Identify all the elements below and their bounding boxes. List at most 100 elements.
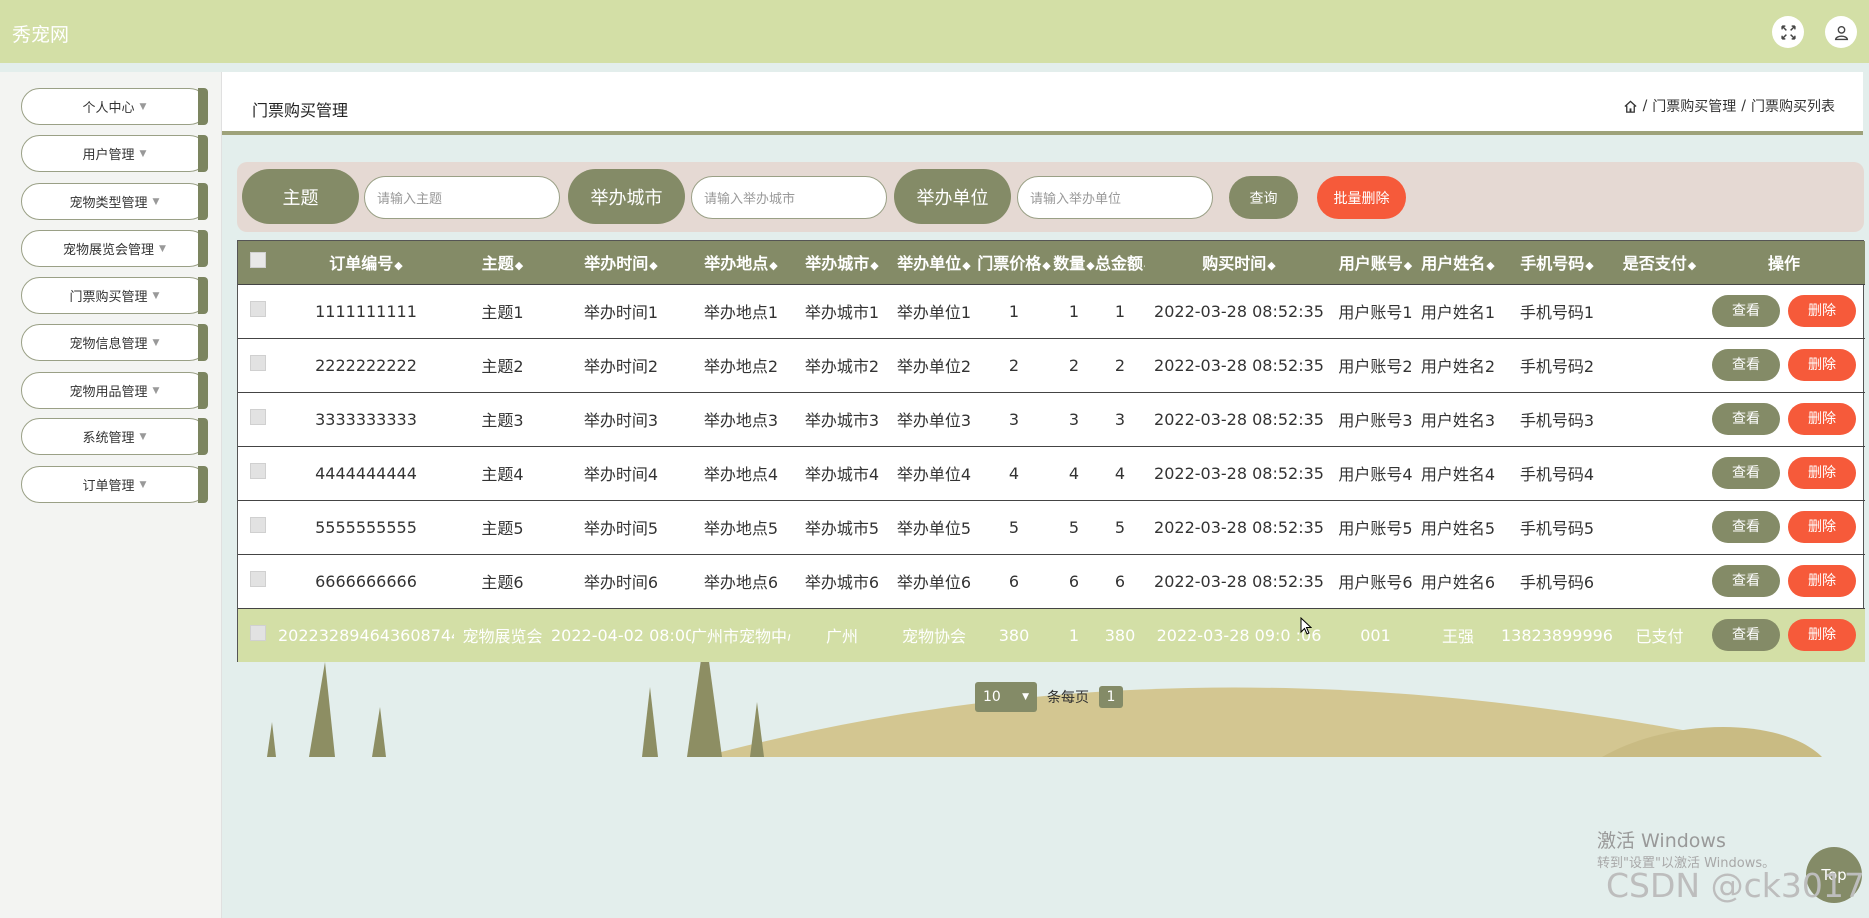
row-checkbox[interactable]	[238, 284, 278, 338]
column-header[interactable]: 门票价格◆	[975, 241, 1053, 284]
sidebar-item-pet-expos[interactable]: 宠物展览会管理 ▼	[21, 230, 208, 267]
view-button[interactable]: 查看	[1712, 511, 1780, 543]
column-header[interactable]: 举办地点◆	[691, 241, 791, 284]
fullscreen-icon[interactable]	[1772, 16, 1804, 48]
user-icon[interactable]	[1825, 16, 1857, 48]
sidebar: 个人中心 ▼ 用户管理 ▼ 宠物类型管理 ▼ 宠物展览会管理 ▼ 门票购买管理 ▼ 宠物信…	[0, 72, 222, 918]
sort-icon: ◆	[1585, 259, 1594, 273]
delete-button[interactable]: 删除	[1788, 511, 1856, 543]
view-button[interactable]: 查看	[1712, 565, 1780, 597]
column-header[interactable]: 举办时间◆	[551, 241, 691, 284]
home-icon[interactable]	[1623, 99, 1638, 114]
top-bar: 秀宠网	[0, 0, 1869, 63]
sidebar-item-marker	[198, 277, 208, 314]
table-cell: 已支付	[1635, 627, 1684, 647]
row-checkbox[interactable]	[238, 608, 278, 662]
main-content: 门票购买管理 / 门票购买管理 / 门票购买列表 主题 请输入主题 举办城市 请…	[222, 72, 1869, 918]
delete-button[interactable]: 删除	[1788, 349, 1856, 381]
sidebar-item-marker	[198, 135, 208, 172]
column-header[interactable]: 手机号码◆	[1498, 241, 1616, 284]
column-header[interactable]: 用户姓名◆	[1418, 241, 1498, 284]
topic-input[interactable]: 请输入主题	[364, 176, 560, 219]
chevron-down-icon: ▼	[139, 101, 147, 112]
sidebar-item-pet-info[interactable]: 宠物信息管理 ▼	[21, 324, 208, 361]
sidebar-item-marker	[198, 466, 208, 503]
column-header[interactable]: 举办城市◆	[791, 241, 893, 284]
table-cell: 4444444444	[315, 463, 417, 483]
column-header[interactable]: 购买时间◆	[1145, 241, 1333, 284]
sidebar-item-system[interactable]: 系统管理 ▼	[21, 418, 208, 455]
sidebar-item-personal-center[interactable]: 个人中心 ▼	[21, 88, 208, 125]
table-row: 5555555555 主题5 举办时间5 举办地点5 举办城市5 举办单位5 5 5 5 2022…	[238, 500, 1865, 554]
per-page-label: 条每页	[1047, 690, 1089, 706]
table-cell: 2	[1068, 355, 1080, 375]
table-cell: 6	[1114, 571, 1126, 591]
table-row: 6666666666 主题6 举办时间6 举办地点6 举办城市6 举办单位6 6 6 6 2022…	[238, 554, 1865, 608]
column-header[interactable]: 数量◆	[1053, 241, 1095, 284]
breadcrumb-item-ticket-mgmt[interactable]: 门票购买管理	[1652, 96, 1736, 116]
delete-button[interactable]: 删除	[1788, 295, 1856, 327]
table-row: 3333333333 主题3 举办时间3 举办地点3 举办城市3 举办单位3 3 3 3 2022…	[238, 392, 1865, 446]
table-cell	[1616, 338, 1703, 392]
sort-icon: ◆	[1086, 259, 1095, 273]
sort-icon: ◆	[1144, 259, 1145, 272]
table-cell: 手机号码3	[1519, 411, 1595, 430]
table-cell: 2022-03-28 08:52:35	[1154, 301, 1324, 321]
view-button[interactable]: 查看	[1712, 619, 1780, 652]
delete-button[interactable]: 删除	[1788, 457, 1856, 489]
view-button[interactable]: 查看	[1712, 403, 1780, 435]
row-checkbox[interactable]	[238, 500, 278, 554]
batch-delete-button[interactable]: 批量删除	[1317, 176, 1406, 219]
column-header[interactable]: 主题◆	[454, 241, 551, 284]
sidebar-item-orders[interactable]: 订单管理 ▼	[21, 466, 208, 503]
table-cell: 1	[1114, 301, 1126, 321]
row-checkbox[interactable]	[238, 446, 278, 500]
row-checkbox[interactable]	[238, 338, 278, 392]
table-cell: 用户账号5	[1338, 519, 1413, 538]
table-cell: 主题2	[481, 357, 524, 376]
sidebar-item-tickets[interactable]: 门票购买管理 ▼	[21, 277, 208, 314]
query-button[interactable]: 查询	[1229, 176, 1298, 219]
table-cell: 1111111111	[315, 301, 417, 321]
view-button[interactable]: 查看	[1712, 295, 1780, 327]
table-row: 4444444444 主题4 举办时间4 举办地点4 举办城市4 举办单位4 4 4 4 2022…	[238, 446, 1865, 500]
column-header[interactable]: 订单编号◆	[278, 241, 454, 284]
column-header-actions: 操作	[1767, 254, 1800, 274]
select-all-checkbox[interactable]	[238, 241, 278, 284]
table-cell: 广州市宠物中心	[691, 627, 791, 647]
table-cell: 举办时间3	[583, 411, 659, 430]
delete-button[interactable]: 删除	[1788, 619, 1856, 652]
row-checkbox[interactable]	[238, 392, 278, 446]
column-header[interactable]: 举办单位◆	[893, 241, 975, 284]
sidebar-item-pet-supplies[interactable]: 宠物用品管理 ▼	[21, 372, 208, 409]
page-number-current[interactable]: 1	[1099, 686, 1123, 708]
table-cell: 用户姓名6	[1420, 573, 1496, 592]
view-button[interactable]: 查看	[1712, 349, 1780, 381]
table-cell: 举办城市4	[804, 465, 880, 484]
table-cell: 用户姓名1	[1420, 303, 1496, 322]
table-cell: 1	[1068, 301, 1080, 321]
sidebar-item-label: 宠物用品管理	[69, 385, 148, 400]
column-header[interactable]: 用户账号◆	[1333, 241, 1418, 284]
view-button[interactable]: 查看	[1712, 457, 1780, 489]
delete-button[interactable]: 删除	[1788, 565, 1856, 597]
row-checkbox[interactable]	[238, 554, 278, 608]
row-actions: 查看 删除	[1703, 554, 1865, 608]
chevron-down-icon: ▼	[152, 337, 160, 348]
org-input[interactable]: 请输入举办单位	[1017, 176, 1213, 219]
sidebar-item-label: 宠物类型管理	[69, 196, 148, 211]
column-header[interactable]: 是否支付◆	[1616, 241, 1703, 284]
table-cell: 用户姓名2	[1420, 357, 1496, 376]
sidebar-item-pet-types[interactable]: 宠物类型管理 ▼	[21, 183, 208, 220]
table-cell: 2	[1008, 355, 1020, 375]
delete-button[interactable]: 删除	[1788, 403, 1856, 435]
sidebar-item-users[interactable]: 用户管理 ▼	[21, 135, 208, 172]
column-header[interactable]: 总金额◆	[1095, 241, 1145, 284]
sidebar-item-label: 宠物信息管理	[69, 337, 148, 352]
table-cell: 手机号码6	[1519, 573, 1595, 592]
sidebar-item-marker	[198, 372, 208, 409]
table-row: 2222222222 主题2 举办时间2 举办地点2 举办城市2 举办单位2 2 2 2 2022…	[238, 338, 1865, 392]
city-input[interactable]: 请输入举办城市	[691, 176, 887, 219]
page-size-select[interactable]: 10 ▼	[975, 682, 1037, 712]
table-cell: 主题1	[481, 303, 524, 322]
